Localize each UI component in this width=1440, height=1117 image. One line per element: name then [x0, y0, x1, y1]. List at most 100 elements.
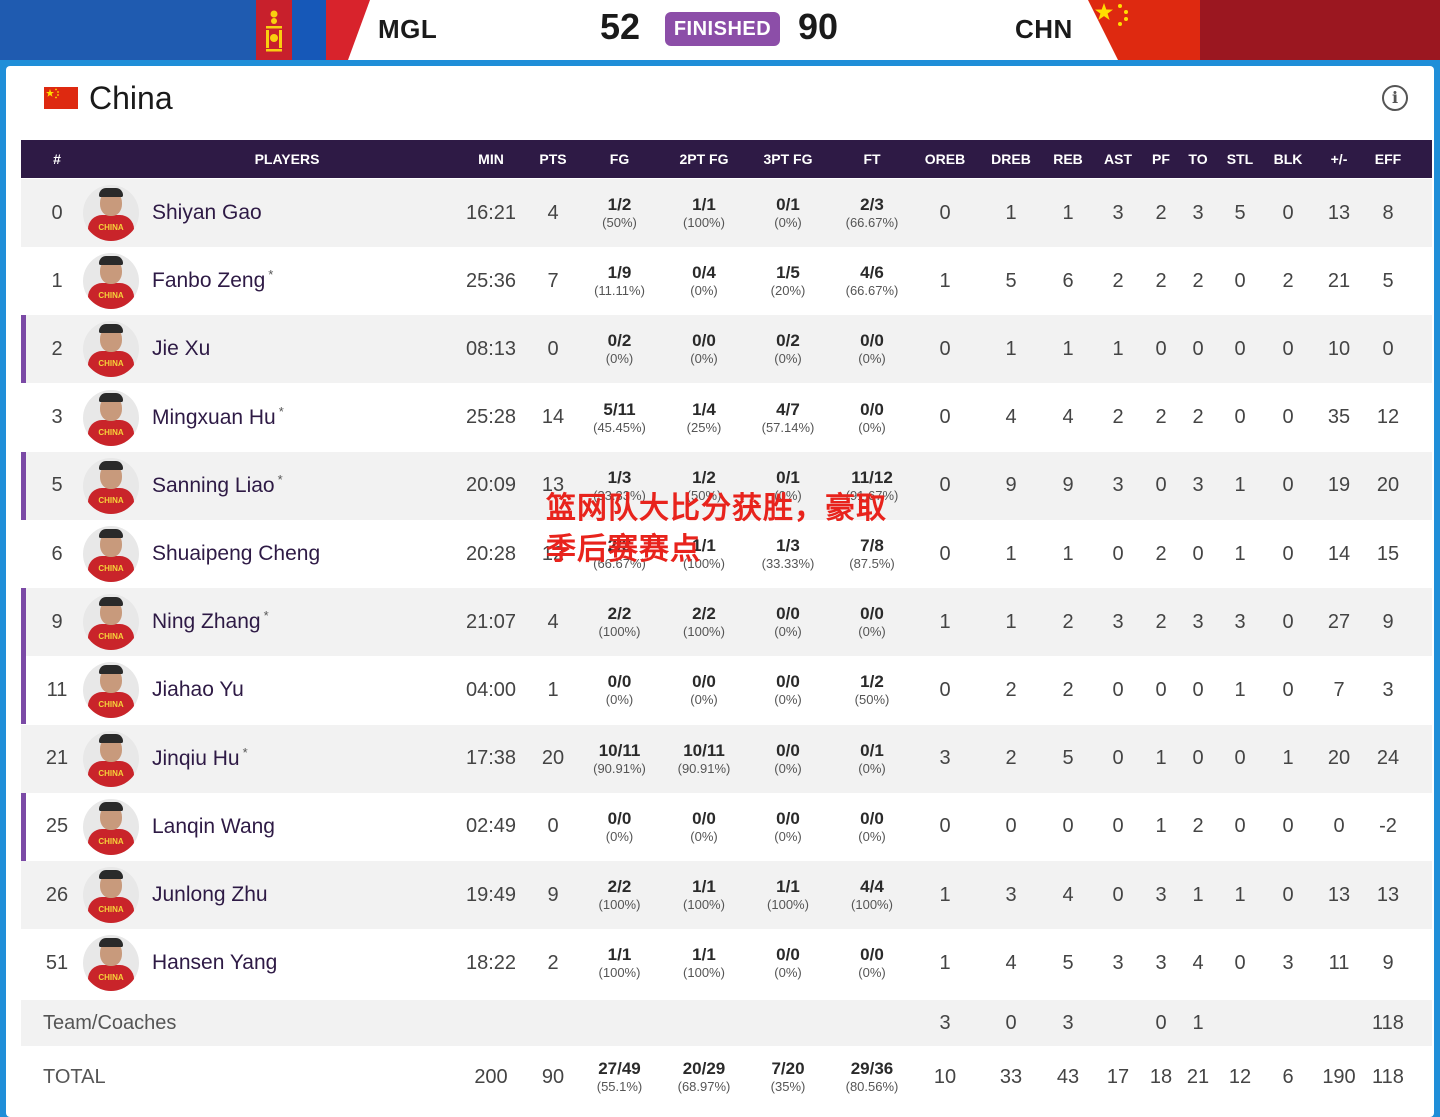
field-goals: 1/9 (11.11%): [581, 247, 658, 315]
player-name[interactable]: Lanqin Wang: [152, 793, 275, 861]
column-header-num[interactable]: #: [21, 140, 93, 178]
three-point-fg: 0/0 (0%): [746, 656, 830, 724]
two-point-fg-pct: (100%): [683, 897, 725, 912]
player-avatar-icon: CHINA: [83, 185, 139, 241]
two-point-fg-made: 0/0: [692, 331, 716, 351]
column-header-dreb[interactable]: DREB: [981, 140, 1041, 178]
minutes: 08:13: [465, 337, 517, 360]
china-flag-icon: [1088, 0, 1200, 60]
two-point-fg: 2/2 (100%): [661, 588, 747, 656]
avatar-jersey-text: CHINA: [98, 836, 124, 846]
two-point-fg-pct: (0%): [690, 828, 718, 844]
player-name[interactable]: Hansen Yang: [152, 929, 277, 997]
two-point-fg-pct: (100%): [683, 624, 725, 640]
column-header-three[interactable]: 3PT FG: [746, 140, 830, 178]
stat-oreb: 1: [939, 610, 951, 633]
column-header-reb[interactable]: REB: [1048, 140, 1088, 178]
player-avatar-icon: CHINA: [83, 935, 139, 992]
stat-to: 1: [1192, 883, 1204, 906]
table-row[interactable]: 3 CHINA Mingxuan Hu * 25:28 14 5/11 (45.45%) 1/4…: [21, 384, 1432, 452]
column-header-fg[interactable]: FG: [581, 140, 658, 178]
table-row[interactable]: 1 CHINA Fanbo Zeng * 25:36 7 1/9 (11.11%) 0/4 (0%…: [21, 247, 1432, 315]
minutes: 20:28: [465, 542, 517, 565]
three-point-fg: 1/1 (100%): [746, 861, 830, 929]
total-pm: 190: [1322, 1065, 1356, 1088]
minutes: 16:21: [465, 201, 517, 224]
stat-pm: 0: [1333, 815, 1345, 838]
column-header-ast[interactable]: AST: [1099, 140, 1137, 178]
info-icon[interactable]: i: [1382, 85, 1408, 111]
player-name[interactable]: Ning Zhang *: [152, 588, 269, 656]
stat-dreb: 2: [1005, 747, 1017, 770]
player-name[interactable]: Shuaipeng Cheng: [152, 520, 320, 588]
points: 0: [547, 815, 559, 838]
column-header-blk[interactable]: BLK: [1268, 140, 1308, 178]
column-header-ft[interactable]: FT: [830, 140, 914, 178]
table-row[interactable]: 26 CHINA Junlong Zhu 19:49 9 2/2 (100%) 1/1 (100…: [21, 861, 1432, 929]
free-throws: 1/2 (50%): [830, 656, 914, 724]
team-coaches-label: Team/Coaches: [43, 1012, 177, 1034]
two-point-fg-made: 2/2: [692, 604, 716, 624]
minutes: 19:49: [465, 883, 517, 906]
stat-pf: 2: [1155, 542, 1167, 565]
player-name[interactable]: Shiyan Gao: [152, 179, 262, 247]
starter-marker: *: [278, 403, 284, 419]
column-header-two[interactable]: 2PT FG: [661, 140, 747, 178]
stat-stl: 0: [1234, 815, 1246, 838]
total-ft-pct: (80.56%): [845, 1079, 899, 1094]
column-header-eff[interactable]: EFF: [1368, 140, 1408, 178]
field-goals-pct: (100%): [598, 897, 641, 912]
stat-dreb: 0: [1005, 815, 1017, 838]
stat-blk: 0: [1282, 678, 1294, 701]
player-name[interactable]: Sanning Liao *: [152, 452, 283, 520]
player-name[interactable]: Mingxuan Hu *: [152, 384, 284, 452]
stat-eff: 3: [1382, 678, 1394, 701]
table-row[interactable]: 21 CHINA Jinqiu Hu * 17:38 20 10/11 (90.91%) 10/…: [21, 724, 1432, 793]
table-row[interactable]: 2 CHINA Jie Xu 08:13 0 0/2 (0%) 0/0 (0%) 0/2 (0%) 0…: [21, 315, 1432, 384]
table-row[interactable]: 9 CHINA Ning Zhang * 21:07 4 2/2 (100%) 2/2 (100%…: [21, 588, 1432, 657]
points: 20: [541, 747, 565, 770]
stat-to: 2: [1192, 815, 1204, 838]
column-header-pm[interactable]: +/-: [1319, 140, 1359, 178]
table-row[interactable]: 0 CHINA Shiyan Gao 16:21 4 1/2 (50%) 1/1 (100%) 0…: [21, 179, 1432, 247]
two-point-fg-made: 0/4: [692, 263, 716, 283]
three-point-fg-pct: (0%): [774, 351, 802, 367]
avatar-jersey-text: CHINA: [98, 223, 124, 232]
stat-ast: 0: [1112, 815, 1124, 838]
stat-dreb: 9: [1005, 474, 1017, 497]
column-header-to[interactable]: TO: [1183, 140, 1213, 178]
three-point-fg-made: 1/1: [776, 877, 800, 896]
column-header-pf[interactable]: PF: [1148, 140, 1174, 178]
stat-reb: 2: [1062, 678, 1074, 701]
stat-oreb: 1: [939, 951, 951, 974]
column-header-stl[interactable]: STL: [1223, 140, 1257, 178]
stat-dreb: 1: [1005, 201, 1017, 224]
three-point-fg-pct: (57.14%): [761, 419, 815, 435]
player-name-label: Lanqin Wang: [152, 814, 275, 838]
table-row[interactable]: 11 CHINA Jiahao Yu 04:00 1 0/0 (0%) 0/0 (0%) 0/0(…: [21, 656, 1432, 725]
table-row[interactable]: 25 CHINA Lanqin Wang 02:49 0 0/0 (0%) 0/0 (0%) 0/…: [21, 792, 1432, 861]
player-name[interactable]: Jinqiu Hu *: [152, 725, 248, 793]
player-name[interactable]: Junlong Zhu: [152, 861, 268, 929]
stat-reb: 4: [1062, 883, 1074, 906]
column-header-players[interactable]: PLAYERS: [93, 140, 481, 178]
player-avatar-icon: CHINA: [83, 798, 139, 855]
column-header-pts[interactable]: PTS: [526, 140, 580, 178]
field-goals-pct: (50%): [602, 215, 637, 230]
stat-ast: 0: [1112, 542, 1124, 565]
three-point-fg-pct: (0%): [774, 965, 802, 981]
free-throws-pct: (0%): [858, 624, 886, 640]
player-name[interactable]: Jie Xu: [152, 315, 210, 383]
table-row[interactable]: 51 CHINA Hansen Yang 18:22 2 1/1 (100%) 1/1 (100…: [21, 929, 1432, 997]
free-throws-made: 0/0: [860, 604, 884, 624]
total-two-pct: (68.97%): [677, 1079, 731, 1094]
stat-blk: 3: [1282, 951, 1294, 974]
team-dreb: 0: [1005, 1011, 1017, 1034]
column-header-min[interactable]: MIN: [461, 140, 521, 178]
column-header-oreb[interactable]: OREB: [916, 140, 974, 178]
free-throws-made: 0/1: [860, 740, 884, 760]
player-name[interactable]: Fanbo Zeng *: [152, 247, 273, 315]
two-point-fg: 1/1 (100%): [661, 179, 747, 247]
player-name[interactable]: Jiahao Yu: [152, 656, 244, 724]
field-goals: 5/11 (45.45%): [581, 384, 658, 452]
